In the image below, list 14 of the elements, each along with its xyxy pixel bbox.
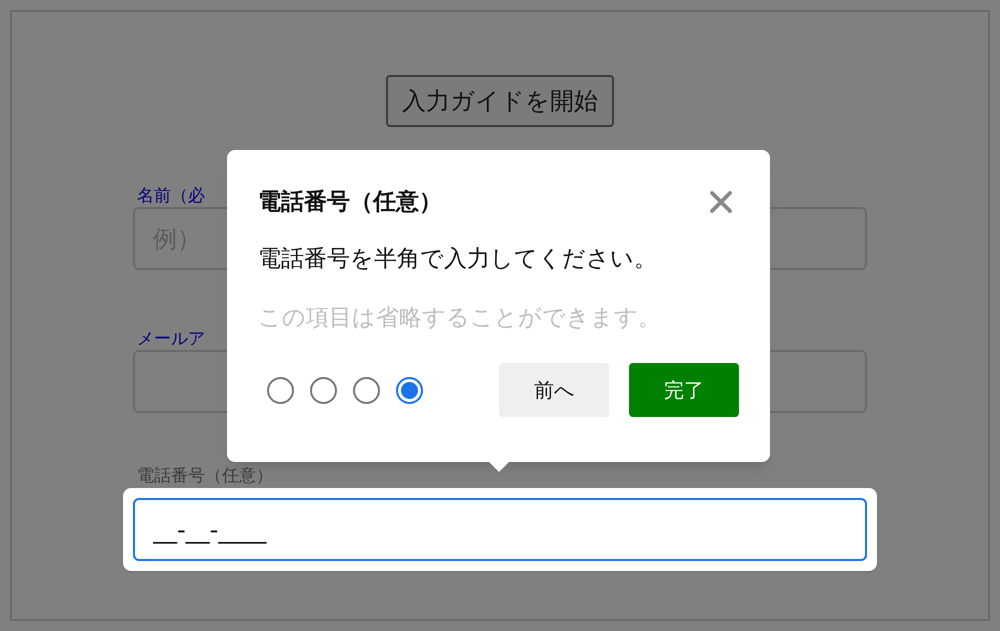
previous-button[interactable]: 前へ: [499, 363, 609, 417]
field-label: 名前（必: [136, 185, 206, 207]
popover-note: この項目は省略することができます。: [258, 304, 662, 332]
finish-button[interactable]: 完了: [629, 363, 739, 417]
step-indicator[interactable]: [267, 376, 294, 404]
step-indicator[interactable]: [353, 376, 380, 404]
popover-title: 電話番号（任意）: [258, 188, 442, 217]
step-indicator[interactable]: [310, 376, 337, 404]
field-label: 電話番号（任意）: [136, 465, 274, 487]
popover-message: 電話番号を半角で入力してください。: [258, 245, 658, 274]
step-indicator[interactable]: [396, 376, 423, 404]
start-guide-button[interactable]: 入力ガイドを開始: [386, 75, 614, 127]
field-label: メールア: [136, 328, 206, 350]
text-field[interactable]: __-__-____: [133, 498, 867, 561]
